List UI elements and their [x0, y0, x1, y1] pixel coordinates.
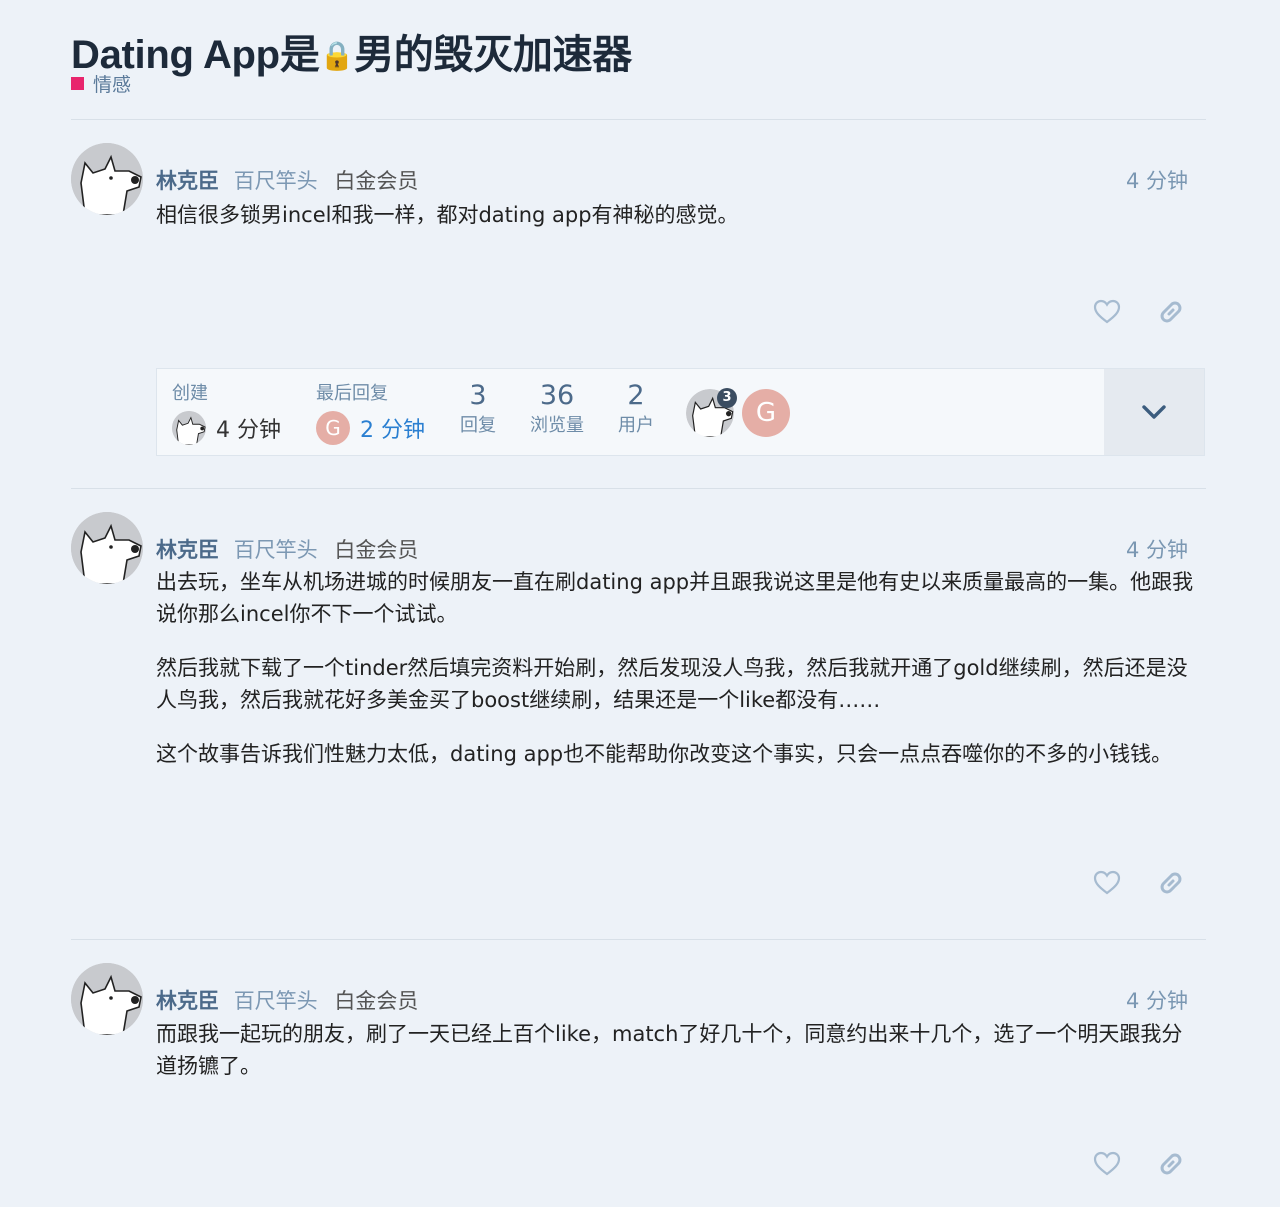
category-color-swatch	[71, 77, 84, 90]
link-icon[interactable]	[1156, 1149, 1186, 1179]
last-reply-info[interactable]: 最后回复 G 2 分钟	[316, 379, 425, 445]
category-badge[interactable]: 情感	[71, 70, 131, 97]
post-paragraph: 而跟我一起玩的朋友，刷了一天已经上百个like，match了好几十个，同意约出来…	[156, 1022, 1183, 1078]
topic-map: 创建 4 分钟 最后回复 G 2 分钟 3 回复 36 浏览量 2 用户 3 G	[156, 368, 1205, 456]
participant-avatar[interactable]: 3	[686, 388, 737, 437]
user-group: 白金会员	[334, 989, 419, 1013]
avatar[interactable]	[71, 512, 143, 584]
post-paragraph: 这个故事告诉我们性魅力太低，dating app也不能帮助你改变这个事实，只会一…	[156, 742, 1173, 766]
user-group: 白金会员	[334, 538, 419, 562]
topic-page: Dating App是🔒男的毁灭加速器 情感 林克臣 百尺竿头 白金会员 4 分…	[0, 0, 1280, 1207]
topic-title-end: 男的毁灭加速器	[354, 33, 633, 77]
post-time[interactable]: 4 分钟	[1126, 534, 1188, 564]
participant-avatar[interactable]: G	[742, 389, 790, 437]
username[interactable]: 林克臣	[156, 989, 219, 1013]
post-actions	[1078, 297, 1188, 327]
replies-label: 回复	[460, 415, 496, 436]
created-label: 创建	[172, 383, 208, 404]
post-body: 出去玩，坐车从机场进城的时候朋友一直在刷dating app并且跟我说这里是他有…	[156, 566, 1196, 792]
heart-outline-icon[interactable]	[1092, 297, 1122, 327]
heart-outline-icon[interactable]	[1092, 868, 1122, 898]
username[interactable]: 林克臣	[156, 538, 219, 562]
heart-outline-icon[interactable]	[1092, 1149, 1122, 1179]
post-meta: 林克臣 百尺竿头 白金会员	[156, 165, 418, 195]
divider	[71, 488, 1206, 489]
expand-topic-map-button[interactable]	[1104, 369, 1204, 455]
post-actions	[1078, 1149, 1188, 1179]
post-time[interactable]: 4 分钟	[1126, 985, 1188, 1015]
avatar[interactable]	[71, 963, 143, 1035]
created-time: 4 分钟	[216, 418, 281, 443]
post-count-badge: 3	[717, 388, 737, 408]
post-paragraph: 相信很多锁男incel和我一样，都对dating app有神秘的感觉。	[156, 203, 739, 227]
link-icon[interactable]	[1156, 297, 1186, 327]
views-count: 36	[539, 380, 575, 411]
replies-stat: 3 回复	[457, 381, 499, 437]
avatar[interactable]	[71, 143, 143, 215]
post-paragraph: 然后我就下载了一个tinder然后填完资料开始刷，然后发现没人鸟我，然后我就开通…	[156, 656, 1188, 712]
post-3: 林克臣 百尺竿头 白金会员 4 分钟 而跟我一起玩的朋友，刷了一天已经上百个li…	[71, 963, 1206, 1203]
user-title: 百尺竿头	[233, 989, 318, 1013]
link-icon[interactable]	[1156, 868, 1186, 898]
post-body: 相信很多锁男incel和我一样，都对dating app有神秘的感觉。	[156, 199, 1196, 253]
users-label: 用户	[618, 415, 654, 436]
username[interactable]: 林克臣	[156, 169, 219, 193]
replies-count: 3	[469, 380, 487, 411]
post-2: 林克臣 百尺竿头 白金会员 4 分钟 出去玩，坐车从机场进城的时候朋友一直在刷d…	[71, 512, 1206, 932]
users-stat: 2 用户	[614, 381, 658, 437]
post-time[interactable]: 4 分钟	[1126, 165, 1188, 195]
views-stat: 36 浏览量	[524, 381, 590, 437]
post-body: 而跟我一起玩的朋友，刷了一天已经上百个like，match了好几十个，同意约出来…	[156, 1018, 1196, 1104]
user-title: 百尺竿头	[233, 538, 318, 562]
avatar: G	[316, 411, 350, 445]
category-name: 情感	[93, 74, 132, 96]
user-title: 百尺竿头	[233, 169, 318, 193]
avatar	[172, 411, 206, 445]
divider	[71, 939, 1206, 940]
user-group: 白金会员	[334, 169, 419, 193]
lock-icon: 🔒	[319, 40, 355, 71]
divider	[71, 119, 1206, 120]
post-meta: 林克臣 百尺竿头 白金会员	[156, 534, 418, 564]
created-info[interactable]: 创建 4 分钟	[172, 379, 281, 445]
chevron-down-icon	[1142, 405, 1166, 419]
last-reply-time: 2 分钟	[360, 418, 425, 443]
topic-title[interactable]: Dating App是🔒男的毁灭加速器	[71, 22, 632, 80]
post-meta: 林克臣 百尺竿头 白金会员	[156, 985, 418, 1015]
post-actions	[1078, 868, 1188, 898]
users-count: 2	[627, 380, 645, 411]
last-reply-label: 最后回复	[316, 383, 388, 404]
post-paragraph: 出去玩，坐车从机场进城的时候朋友一直在刷dating app并且跟我说这里是他有…	[156, 570, 1194, 626]
views-label: 浏览量	[530, 415, 584, 436]
